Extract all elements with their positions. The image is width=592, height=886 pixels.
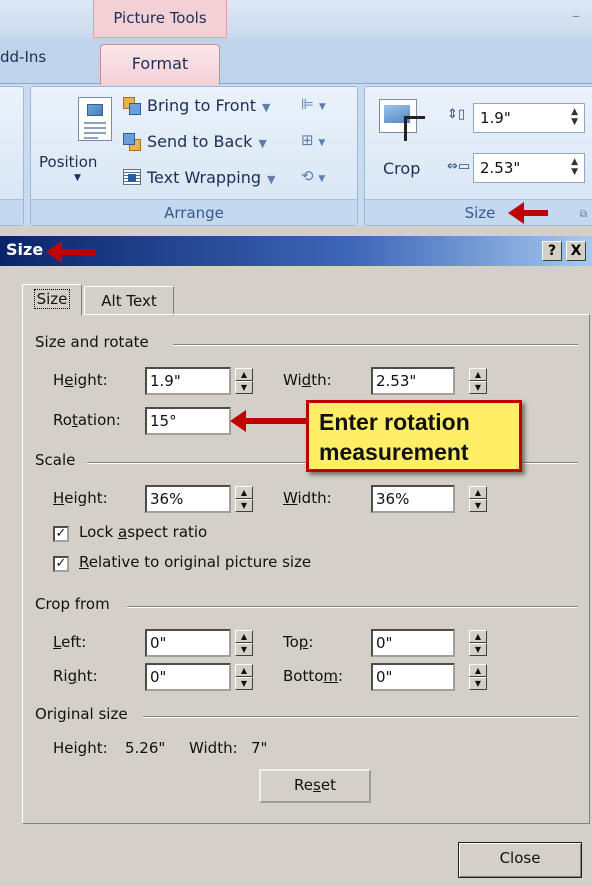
rotate-icon[interactable]: ⟲ ▼ <box>301 167 325 185</box>
send-to-back-icon <box>123 133 141 151</box>
scale-width-spinner[interactable]: ▲ ▼ <box>469 486 487 512</box>
crop-left-label: Left: <box>53 633 87 651</box>
relative-size-label: Relative to original picture size <box>79 553 312 571</box>
send-to-back-button[interactable]: Send to Back ▼ <box>123 129 267 155</box>
ribbon-group-size: Crop ⇕▯ 1.9" ▲ ▼ ⇔▭ 2.53" ▲ ▼ Size ⧉ <box>364 86 592 226</box>
bring-to-front-button[interactable]: Bring to Front ▼ <box>123 93 270 119</box>
arrange-group-caption: Arrange <box>31 199 357 225</box>
tab-alt-text[interactable]: Alt Text <box>84 286 174 316</box>
ribbon-group-arrange: Position ▼ Bring to Front ▼ Send to Back ▼… <box>30 86 358 226</box>
position-icon <box>78 97 112 141</box>
original-width-value: 7" <box>251 739 268 757</box>
tab-size[interactable]: Size <box>22 284 82 316</box>
lock-aspect-label: Lock aspect ratio <box>79 523 208 541</box>
crop-right-spinner[interactable]: ▲ ▼ <box>235 664 253 690</box>
crop-bottom-input[interactable]: 0" <box>371 663 455 691</box>
annotation-arrow-dialog-title <box>46 241 96 263</box>
rotation-input[interactable]: 15° <box>145 407 231 435</box>
height-label: Height: <box>53 371 108 389</box>
dialog-launcher-icon[interactable]: ⧉ <box>580 209 587 220</box>
section-crop-from: Crop from <box>35 595 110 613</box>
crop-top-input[interactable]: 0" <box>371 629 455 657</box>
minimize-icon[interactable]: – <box>572 6 580 25</box>
text-wrapping-label: Text Wrapping <box>147 168 261 187</box>
crop-label: Crop <box>383 159 421 178</box>
ribbon-title-strip <box>0 0 592 38</box>
ribbon-width-value: 2.53" <box>480 159 521 177</box>
help-button[interactable]: ? <box>542 241 562 261</box>
scale-height-spinner[interactable]: ▲ ▼ <box>235 486 253 512</box>
tab-format[interactable]: Format <box>100 44 220 85</box>
size-group-caption: Size <box>365 199 592 225</box>
size-tab-panel: Size and rotate Height: 1.9" ▲ ▼ Width: 2… <box>22 314 590 824</box>
scale-width-label: Width: <box>283 489 332 507</box>
position-label: Position <box>39 153 98 171</box>
crop-bottom-label: Bottom: <box>283 667 344 685</box>
close-button[interactable]: Close <box>458 842 582 878</box>
width-label: Width: <box>283 371 332 389</box>
height-spinner[interactable]: ▲ ▼ <box>235 368 253 394</box>
annotation-arrow-rotation <box>230 410 308 432</box>
callout-line-2: measurement <box>319 439 469 465</box>
spin-arrows-icon[interactable]: ▲ ▼ <box>571 157 578 177</box>
chevron-down-icon: ▼ <box>266 173 276 186</box>
text-wrapping-button[interactable]: Text Wrapping ▼ <box>123 165 275 191</box>
crop-top-spinner[interactable]: ▲ ▼ <box>469 630 487 656</box>
crop-left-spinner[interactable]: ▲ ▼ <box>235 630 253 656</box>
original-width-label: Width: <box>189 739 238 757</box>
close-icon[interactable]: X <box>566 241 586 261</box>
crop-icon <box>379 99 425 141</box>
original-height-value: 5.26" <box>125 739 166 757</box>
crop-top-label: Top: <box>283 633 314 651</box>
tab-add-ins[interactable]: dd-Ins <box>0 48 46 66</box>
shape-height-icon: ⇕▯ <box>447 107 466 122</box>
annotation-callout: Enter rotation measurement <box>306 400 522 472</box>
scale-height-label: Height: <box>53 489 108 507</box>
ribbon-height-spinner[interactable]: 1.9" ▲ ▼ <box>473 103 585 133</box>
relative-size-checkbox[interactable]: ✓ <box>53 556 69 572</box>
picture-tools-header: Picture Tools <box>93 0 227 38</box>
crop-bottom-spinner[interactable]: ▲ ▼ <box>469 664 487 690</box>
crop-right-input[interactable]: 0" <box>145 663 231 691</box>
ribbon-width-spinner[interactable]: 2.53" ▲ ▼ <box>473 153 585 183</box>
section-original-size: Original size <box>35 705 128 723</box>
section-size-and-rotate: Size and rotate <box>35 333 149 351</box>
chevron-down-icon: ▼ <box>74 173 81 183</box>
send-to-back-label: Send to Back <box>147 132 253 151</box>
ribbon: Picture Tools – dd-Ins Format Position ▼… <box>0 0 592 226</box>
crop-left-input[interactable]: 0" <box>145 629 231 657</box>
width-input[interactable]: 2.53" <box>371 367 455 395</box>
ribbon-tab-row <box>0 38 592 84</box>
chevron-down-icon: ▼ <box>262 101 271 114</box>
spin-arrows-icon[interactable]: ▲ ▼ <box>571 107 578 127</box>
ribbon-group-partial <box>0 86 24 226</box>
section-scale: Scale <box>35 451 76 469</box>
lock-aspect-checkbox[interactable]: ✓ <box>53 526 69 542</box>
scale-height-input[interactable]: 36% <box>145 485 231 513</box>
original-height-label: Height: <box>53 739 108 757</box>
ribbon-height-value: 1.9" <box>480 109 511 127</box>
text-wrapping-icon <box>123 169 141 185</box>
reset-button[interactable]: Reset <box>259 769 371 803</box>
bring-to-front-icon <box>123 97 141 115</box>
callout-line-1: Enter rotation <box>319 409 470 435</box>
chevron-down-icon: ▼ <box>258 137 267 150</box>
height-input[interactable]: 1.9" <box>145 367 231 395</box>
align-icon[interactable]: ⊫ ▼ <box>301 95 326 113</box>
rotation-label: Rotation: <box>53 411 121 429</box>
width-spinner[interactable]: ▲ ▼ <box>469 368 487 394</box>
shape-width-icon: ⇔▭ <box>447 159 471 174</box>
scale-width-input[interactable]: 36% <box>371 485 455 513</box>
group-icon[interactable]: ⊞ ▼ <box>301 131 325 149</box>
bring-to-front-label: Bring to Front <box>147 96 256 115</box>
dialog-title: Size <box>6 240 44 259</box>
crop-right-label: Right: <box>53 667 98 685</box>
annotation-arrow-size-group <box>508 202 548 224</box>
